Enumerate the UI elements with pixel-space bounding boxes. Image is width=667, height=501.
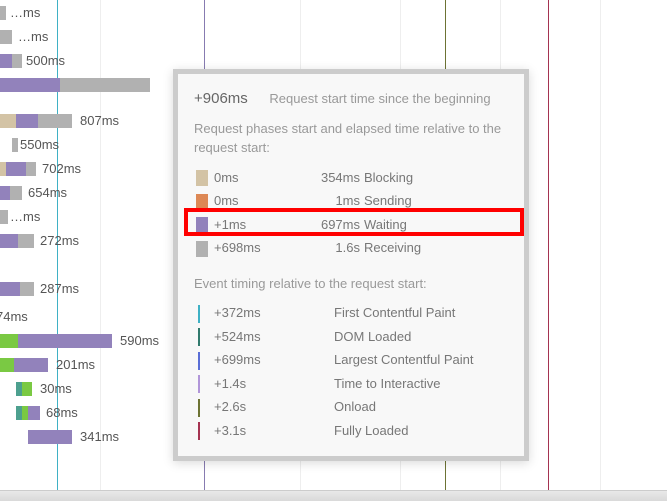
phase-elapsed: 1ms <box>292 189 362 213</box>
dom-swatch <box>198 328 200 346</box>
event-table: +372ms First Contentful Paint +524ms DOM… <box>194 301 508 442</box>
row-label: 807ms <box>80 113 119 128</box>
event-name: DOM Loaded <box>332 325 508 349</box>
horizontal-scrollbar[interactable] <box>0 490 667 501</box>
row-label: 287ms <box>40 281 79 296</box>
phase-offset: 0ms <box>212 166 292 190</box>
row-label: …ms <box>10 5 40 20</box>
event-offset: +699ms <box>212 348 332 372</box>
phase-row: 0ms 1ms Sending <box>194 189 508 213</box>
phase-offset: +1ms <box>212 213 292 237</box>
phase-name: Receiving <box>362 236 508 260</box>
phase-name: Waiting <box>362 213 508 237</box>
row-label: 654ms <box>28 185 67 200</box>
phase-elapsed: 697ms <box>292 213 362 237</box>
event-offset: +1.4s <box>212 372 332 396</box>
event-row: +372ms First Contentful Paint <box>194 301 508 325</box>
tti-swatch <box>198 375 200 393</box>
event-row: +2.6s Onload <box>194 395 508 419</box>
phase-elapsed: 1.6s <box>292 236 362 260</box>
row-label: …ms <box>18 29 48 44</box>
event-name: Onload <box>332 395 508 419</box>
event-offset: +2.6s <box>212 395 332 419</box>
row-label: 550ms <box>20 137 59 152</box>
row-label: …ms <box>10 209 40 224</box>
event-row: +3.1s Fully Loaded <box>194 419 508 443</box>
row-label: 30ms <box>40 381 72 396</box>
event-offset: +524ms <box>212 325 332 349</box>
phases-caption: Request phases start and elapsed time re… <box>194 119 508 158</box>
sending-swatch <box>196 194 208 210</box>
event-name: Largest Contentful Paint <box>332 348 508 372</box>
event-name: Time to Interactive <box>332 372 508 396</box>
row-label: 341ms <box>80 429 119 444</box>
phase-name: Blocking <box>362 166 508 190</box>
event-row: +699ms Largest Contentful Paint <box>194 348 508 372</box>
phase-offset: +698ms <box>212 236 292 260</box>
row-label: 201ms <box>56 357 95 372</box>
event-row: +524ms DOM Loaded <box>194 325 508 349</box>
event-offset: +3.1s <box>212 419 332 443</box>
phase-elapsed: 354ms <box>292 166 362 190</box>
request-start-offset: +906ms <box>194 90 248 107</box>
waiting-swatch <box>196 217 208 233</box>
fully-loaded-swatch <box>198 422 200 440</box>
timing-tooltip: +906ms Request start time since the begi… <box>173 69 529 461</box>
event-row: +1.4s Time to Interactive <box>194 372 508 396</box>
row-label: 702ms <box>42 161 81 176</box>
phase-row: +1ms 697ms Waiting <box>194 213 508 237</box>
row-label: 74ms <box>0 309 28 324</box>
phase-offset: 0ms <box>212 189 292 213</box>
phase-name: Sending <box>362 189 508 213</box>
event-offset: +372ms <box>212 301 332 325</box>
row-label: 272ms <box>40 233 79 248</box>
lcp-swatch <box>198 352 200 370</box>
request-start-caption: Request start time since the beginning <box>269 91 490 106</box>
fcp-swatch <box>198 305 200 323</box>
event-name: Fully Loaded <box>332 419 508 443</box>
receiving-swatch <box>196 241 208 257</box>
phase-row: 0ms 354ms Blocking <box>194 166 508 190</box>
onload-swatch <box>198 399 200 417</box>
phase-row: +698ms 1.6s Receiving <box>194 236 508 260</box>
row-label: 590ms <box>120 333 159 348</box>
events-caption: Event timing relative to the request sta… <box>194 274 508 294</box>
row-label: 68ms <box>46 405 78 420</box>
blocking-swatch <box>196 170 208 186</box>
row-label: 500ms <box>26 53 65 68</box>
event-name: First Contentful Paint <box>332 301 508 325</box>
phase-table: 0ms 354ms Blocking 0ms 1ms Sending +1ms … <box>194 166 508 260</box>
